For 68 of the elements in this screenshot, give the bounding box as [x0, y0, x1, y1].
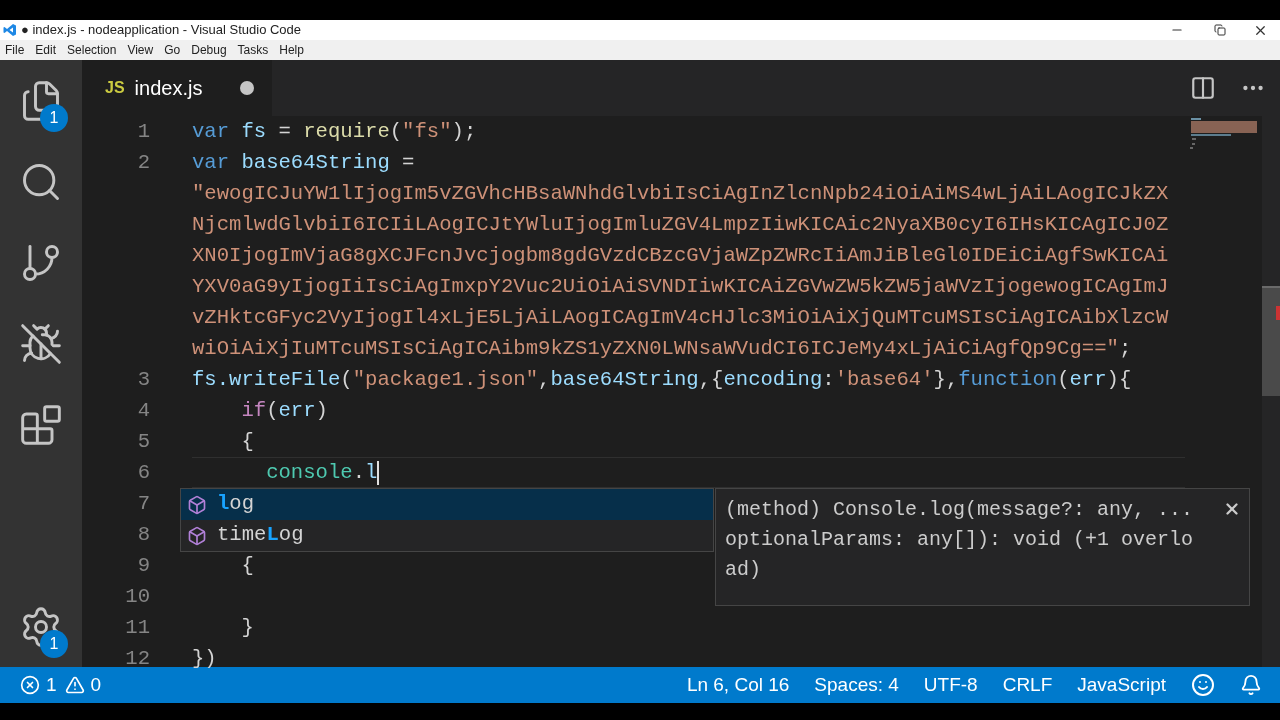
- line-number: 4: [137, 399, 150, 422]
- menu-item[interactable]: Go: [164, 41, 181, 59]
- status-item[interactable]: Spaces: 4: [814, 670, 899, 700]
- close-icon[interactable]: [1223, 500, 1241, 518]
- line-number: 8: [137, 523, 150, 546]
- code-line: var fs = require("fs");: [192, 119, 477, 145]
- smiley-icon[interactable]: [1191, 673, 1215, 697]
- code-line: YXV0aG9yIjogIiIsCiAgImxpY2Vuc2UiOiAiSVNDIiwKICAiZGVwZW5kZW5jaWVzIjogewogICAgImJ: [192, 274, 1169, 300]
- app-logo-icon: [3, 23, 17, 37]
- suggestion-label: log: [217, 491, 255, 518]
- status-item[interactable]: CRLF: [1002, 670, 1053, 700]
- bug-icon[interactable]: [19, 321, 63, 366]
- suggestion-item[interactable]: timeLog: [181, 520, 713, 551]
- suggestion-label: timeLog: [217, 522, 304, 549]
- code-line: vZHktcGFyc2VyIjogIl4xLjE5LjAiLAogICAgImV4cHJlc3MiOiAiXjQuMTcuMSIsCiAgICAibXlzcW: [192, 305, 1169, 331]
- details-text: (method) Console.log(message?: any, ...optionalParams: any[]): void (+1 overload): [725, 497, 1195, 583]
- split-editor-icon[interactable]: [1190, 75, 1216, 101]
- warning-icon[interactable]: [64, 675, 85, 695]
- method-icon: [187, 494, 207, 515]
- status-item[interactable]: JavaScript: [1077, 670, 1166, 700]
- code-line: {: [240, 553, 254, 579]
- count-badge: 1: [40, 630, 68, 658]
- menu-item[interactable]: Tasks: [237, 41, 269, 59]
- code-line: XN0IjogImVjaG8gXCJFcnJvcjogbm8gdGVzdCBzcGVjaWZpZWRcIiAmJiBleGl0IDEiCiAgfSwKICAi: [192, 243, 1169, 269]
- code-line: console.l: [265, 460, 378, 486]
- editor-tab[interactable]: JS index.js: [82, 60, 272, 116]
- restore-icon[interactable]: [1214, 24, 1226, 36]
- line-number: 11: [125, 616, 150, 639]
- line-number: 12: [125, 647, 150, 670]
- minimap-drawing: [1189, 116, 1259, 150]
- code-line: NjcmlwdGlvbiI6ICIiLAogICJtYWluIjogImluZGV4LmpzIiwKICAic2NyaXB0cyI6IHsKICAgICJ0Z: [192, 212, 1169, 238]
- tab-label: index.js: [134, 76, 203, 101]
- menu-item[interactable]: Debug: [191, 41, 227, 59]
- line-number: 5: [137, 430, 150, 453]
- code-line: fs.writeFile("package1.json",base64String,{encoding:'base64'},function(err){: [192, 367, 1132, 393]
- scrollbar-thumb[interactable]: [1262, 286, 1280, 396]
- bell-icon[interactable]: [1240, 674, 1262, 696]
- menu-item[interactable]: File: [5, 41, 25, 59]
- line-number: 6: [137, 461, 150, 484]
- menu-item[interactable]: Help: [279, 41, 304, 59]
- window-title: ● index.js - nodeapplication - Visual Studio Code: [21, 21, 302, 40]
- line-number: 9: [137, 554, 150, 577]
- file-type-label: JS: [105, 78, 125, 98]
- code-line: {: [240, 429, 254, 455]
- menu-item[interactable]: Edit: [35, 41, 57, 59]
- menu-item[interactable]: View: [127, 41, 154, 59]
- extensions-icon[interactable]: [19, 402, 63, 447]
- status-item[interactable]: Ln 6, Col 16: [686, 670, 790, 700]
- line-number: 7: [137, 492, 150, 515]
- line-number: 2: [137, 151, 150, 174]
- error-count[interactable]: 1: [46, 670, 57, 700]
- menu-item[interactable]: Selection: [67, 41, 117, 59]
- code-line: }: [240, 615, 254, 641]
- code-line: wiOiAiXjIuMTcuMSIsCiAgICAibm9kZS1yZXN0LWNsaWVudCI6ICJeMy4xLjAiCiAgfQp9Cg==";: [192, 336, 1132, 362]
- code-line: if(err): [240, 398, 328, 424]
- code-line: "ewogICJuYW1lIjogIm5vZGVhcHBsaWNhdGlvbiIsCiAgInZlcnNpb24iOiAiMS4wLjAiLAogICJkZX: [192, 181, 1169, 207]
- count-badge: 1: [40, 104, 68, 132]
- status-item[interactable]: UTF-8: [923, 670, 978, 700]
- code-line: }): [192, 646, 217, 672]
- method-icon: [187, 525, 207, 546]
- warning-count[interactable]: 0: [90, 670, 102, 700]
- line-number: 10: [125, 585, 150, 608]
- error-marker: [1276, 306, 1280, 320]
- line-number: 3: [137, 368, 150, 391]
- suggestion-item[interactable]: log: [181, 489, 713, 520]
- code-line: var base64String =: [192, 150, 415, 176]
- error-icon[interactable]: [20, 675, 40, 695]
- line-number: 1: [137, 120, 150, 143]
